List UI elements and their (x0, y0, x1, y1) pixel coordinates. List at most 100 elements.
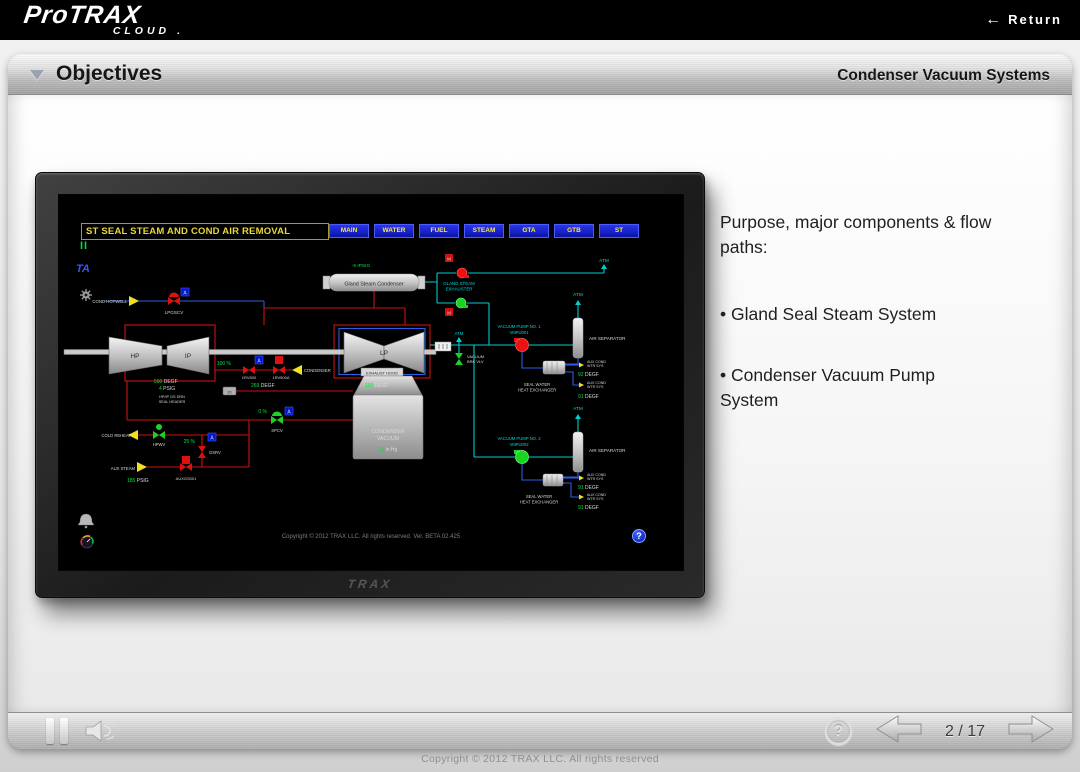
valve-1rv500[interactable] (243, 366, 255, 374)
diagram-label: IP (185, 353, 191, 360)
valve-auxgs001[interactable] (180, 456, 192, 471)
diagram-label: CONDENSER (304, 368, 331, 373)
diagram-label: SEAL HEADER (159, 400, 186, 404)
air-separator-2 (573, 432, 583, 472)
seal-water-heat-exchanger-2 (543, 474, 563, 486)
lp-turbine-left (344, 332, 384, 373)
page-title: Objectives (56, 62, 162, 86)
scada-copyright: Copyright © 2012 TRAX LLC. All rights re… (59, 534, 683, 540)
diagram-label: 91 DEGF (578, 485, 599, 491)
bullet-item: Gland Seal Steam System (720, 302, 978, 327)
diagram-label: AIR SEPARATOR (589, 336, 626, 341)
pause-button[interactable] (46, 718, 68, 744)
back-arrow-icon: ← (985, 11, 1001, 28)
slide-frame: Objectives Condenser Vacuum Systems ST S… (8, 54, 1072, 749)
diagram-label: WTR SYS (587, 385, 604, 389)
diagram-label: AIR SEPARATOR (589, 448, 626, 453)
diagram-label: M (447, 257, 451, 262)
arrow-right-icon (1008, 715, 1054, 743)
diagram-label: HP/IP GS DRN (159, 395, 185, 399)
alarm-bell-icon[interactable] (78, 514, 94, 528)
diagram-label: AUX STEAM (111, 466, 136, 471)
diagram-label: COLD REHEAT (102, 433, 132, 438)
page-copyright: Copyright © 2012 TRAX LLC. All rights re… (0, 753, 1080, 765)
diagram-label: 269 DEGF (251, 383, 275, 389)
diagram-label: AUXGS001 (176, 476, 197, 481)
return-label: Return (1008, 12, 1062, 27)
diagram-label: LP (380, 350, 388, 357)
nav-controls: ? 2 / 17 (825, 713, 1054, 749)
scada-screen: ST SEAL STEAM AND COND AIR REMOVAL MAINW… (58, 194, 684, 571)
diagram-label: HPWV (153, 442, 166, 447)
diagram-label: ATM (573, 292, 583, 298)
gear-icon[interactable] (80, 289, 92, 301)
diagram-label: HEAT EXCHANGER (518, 388, 556, 393)
diagram-label: WTR SYS (587, 477, 604, 481)
diagram-label: HEAT EXCHANGER (520, 500, 558, 505)
diagram-label: EXHAUSTER (446, 287, 473, 292)
simulator-monitor: ST SEAL STEAM AND COND AIR REMOVAL MAINW… (35, 172, 705, 598)
valve-spcv[interactable] (271, 412, 283, 425)
diagram-label: VACUUM PUMP NO. 1 (497, 324, 541, 329)
scada-help-icon[interactable]: ? (632, 529, 646, 543)
diagram-label: 92 DEGF (578, 372, 599, 378)
diagram-label: SPCV (271, 428, 283, 433)
diagram-label: 185 PSIG (127, 478, 149, 484)
diagram-label: VACUUM PUMP NO. 2 (497, 436, 541, 441)
page-indicator: 2 / 17 (922, 723, 1008, 741)
valve-lpgscv[interactable] (168, 293, 180, 306)
diagram-label: VMPU001 (509, 330, 529, 335)
diagram-label: COND HOTWELL (92, 299, 127, 304)
diagram-label: SEAL WATER (524, 382, 550, 387)
diagram-label: WTR SYS (587, 364, 604, 368)
return-button[interactable]: ← Return (985, 11, 1062, 29)
slide-content: ST SEAL STEAM AND COND AIR REMOVAL MAINW… (8, 95, 1072, 712)
diagram-label: 91 DEGF (578, 394, 599, 400)
diagram-label: 500 DEGF (154, 379, 178, 385)
speaker-icon (84, 718, 114, 744)
diagram-label: Gland Steam Condenser (344, 282, 404, 288)
scada-diagram: COND HOTWELL LPGSCV -5 IPSIG Gland Steam Co… (59, 195, 685, 572)
logo-main-text: ProTRAX (22, 1, 143, 30)
slide-heading: Purpose, major components & flow paths: (720, 210, 1005, 260)
diagram-label: GSRV (209, 450, 221, 455)
diagram-label: VMPU002 (509, 442, 529, 447)
arrow-left-icon (876, 715, 922, 743)
diagram-label: 4 PSIG (159, 386, 175, 392)
diagram-label: SEAL WATER (526, 494, 552, 499)
valve-vacuum-breaker[interactable] (455, 353, 463, 365)
diagram-label: CONDENSER (371, 429, 404, 435)
vacuum-pump-2[interactable] (514, 450, 529, 464)
diagram-label: ATM (455, 331, 464, 336)
diagram-label: -5 IPSIG (352, 263, 371, 269)
diagram-label: LPGSCV (165, 310, 185, 315)
bullet-list: Gland Seal Steam System Condenser Vacuum … (720, 302, 1030, 413)
protrax-logo: ProTRAX CLOUD . (24, 1, 184, 37)
valve-hpwv[interactable] (153, 424, 165, 439)
diagram-label: 0 % (258, 409, 267, 415)
vacuum-pump-1[interactable] (514, 338, 529, 352)
previous-slide-button[interactable] (876, 715, 922, 748)
diagram-label: 110 DEGF (365, 383, 388, 389)
diagram-label: EXHAUST HOOD (366, 371, 398, 376)
valve-gsrv[interactable] (198, 446, 206, 458)
slide-text-panel: Purpose, major components & flow paths: … (720, 210, 1030, 449)
diagram-label: 1RV500A (272, 375, 289, 380)
diagram-label: HP (130, 353, 139, 360)
diagram-label: 29 in Hg (379, 447, 398, 453)
player-control-bar: ? 2 / 17 (8, 712, 1072, 749)
top-bar: ProTRAX CLOUD . ← Return (0, 0, 1080, 40)
diagram-label: 20 (227, 391, 231, 395)
volume-button[interactable] (84, 718, 114, 749)
collapse-triangle-icon[interactable] (30, 70, 44, 80)
diagram-label: GLAND STEAM (443, 281, 475, 286)
valve-1rv500a[interactable] (273, 356, 285, 374)
lp-turbine-right (384, 332, 424, 373)
air-separator-1 (573, 318, 583, 358)
next-slide-button[interactable] (1008, 715, 1054, 748)
diagram-label: BRK VLV (467, 359, 484, 364)
bullet-item: Condenser Vacuum Pump System (720, 363, 978, 413)
diagram-label: 25 % (184, 439, 196, 445)
help-button[interactable]: ? (825, 718, 852, 745)
diagram-label: 91 DEGF (578, 505, 599, 511)
